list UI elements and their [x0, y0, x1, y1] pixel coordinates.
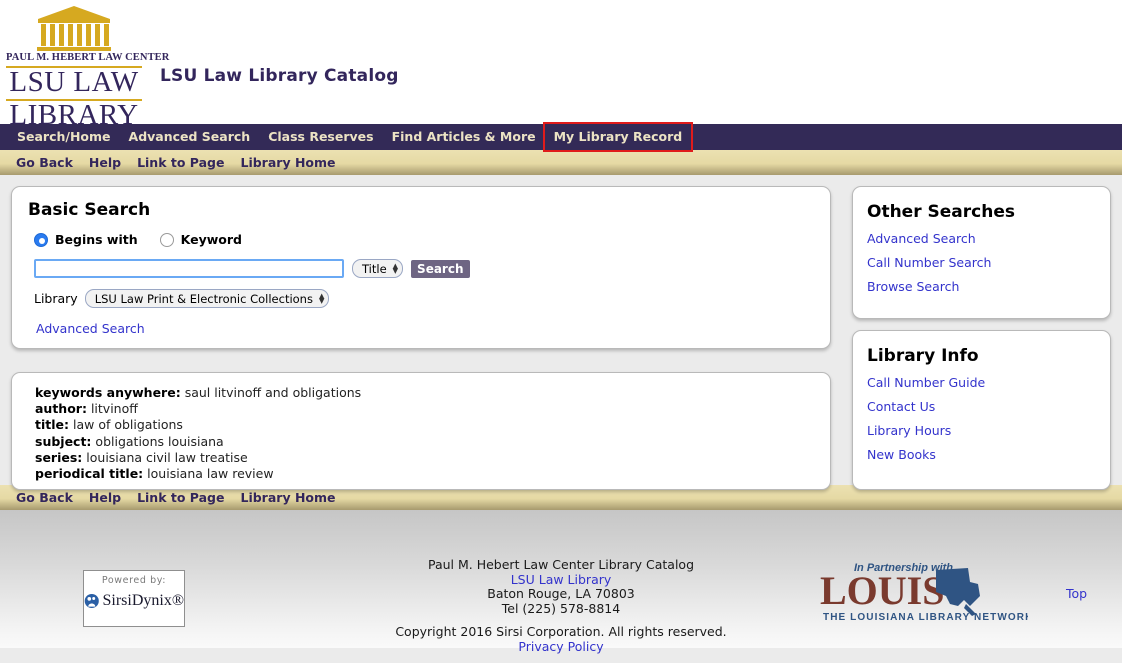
other-searches-panel: Other Searches Advanced Search Call Numb…	[852, 186, 1111, 319]
example-value: litvinoff	[90, 401, 138, 417]
search-field-select[interactable]: Title ▲ ▼	[352, 259, 404, 278]
basic-search-heading: Basic Search	[28, 200, 151, 220]
example-value: obligations louisiana	[95, 433, 224, 449]
secondary-navigation: Go Back Help Link to Page Library Home	[0, 150, 1122, 175]
other-searches-links: Advanced Search Call Number Search Brows…	[867, 231, 1110, 294]
example-label: periodical title:	[35, 466, 144, 482]
logo-line-1: LSU LAW	[9, 65, 139, 98]
library-select[interactable]: LSU Law Print & Electronic Collections ▲…	[84, 289, 330, 308]
footer-nav-go-back[interactable]: Go Back	[8, 490, 81, 505]
link-contact-us[interactable]: Contact Us	[867, 399, 1110, 414]
search-input[interactable]	[34, 259, 344, 278]
example-value: law of obligations	[72, 417, 183, 433]
other-searches-heading: Other Searches	[867, 202, 1015, 222]
basic-search-panel: Basic Search Begins with Keyword Title ▲…	[11, 186, 831, 349]
radio-begins-with-label: Begins with	[55, 232, 138, 247]
nav-item-class-reserves[interactable]: Class Reserves	[259, 124, 382, 150]
footer-nav-help[interactable]: Help	[81, 490, 129, 505]
louis-wordmark: LOUIS	[820, 568, 945, 613]
library-selector-row: Library LSU Law Print & Electronic Colle…	[34, 289, 830, 308]
nav-item-find-articles-more[interactable]: Find Articles & More	[383, 124, 545, 150]
advanced-search-link[interactable]: Advanced Search	[36, 321, 830, 336]
nav-item-advanced-search[interactable]: Advanced Search	[120, 124, 260, 150]
list-item: subject: obligations louisiana	[35, 434, 830, 450]
subnav-go-back[interactable]: Go Back	[8, 155, 81, 170]
radio-begins-with[interactable]	[34, 232, 48, 247]
louis-partner-logo[interactable]: In Partnership with LOUIS THE LOUISIANA …	[818, 556, 1028, 628]
search-controls-row: Title ▲ ▼ Search	[34, 259, 830, 278]
footer-nav-link-to-page[interactable]: Link to Page	[129, 490, 232, 505]
example-value: saul litvinoff and obligations	[184, 385, 362, 400]
nav-item-search-home[interactable]: Search/Home	[8, 124, 120, 150]
link-new-books[interactable]: New Books	[867, 447, 1110, 462]
library-label: Library	[34, 291, 78, 306]
list-item: author: litvinoff	[35, 401, 830, 417]
link-call-number-guide[interactable]: Call Number Guide	[867, 375, 1110, 390]
link-call-number-search[interactable]: Call Number Search	[867, 255, 1110, 270]
search-mode-radio-group: Begins with Keyword	[34, 232, 830, 247]
search-button[interactable]: Search	[411, 259, 470, 278]
list-item: periodical title: louisiana law review	[35, 466, 830, 482]
list-item: series: louisiana civil law treatise	[35, 450, 830, 466]
subnav-library-home[interactable]: Library Home	[232, 155, 343, 170]
lsu-law-library-logo: PAUL M. HEBERT LAW CENTER LSU LAW LIBRAR…	[6, 4, 170, 131]
library-select-value: LSU Law Print & Electronic Collections	[94, 291, 313, 306]
library-info-links: Call Number Guide Contact Us Library Hou…	[867, 375, 1110, 462]
radio-keyword[interactable]	[159, 232, 174, 247]
list-item: keywords anywhere: saul litvinoff and ob…	[35, 385, 830, 401]
subnav-help[interactable]: Help	[81, 155, 129, 170]
page-header: PAUL M. HEBERT LAW CENTER LSU LAW LIBRAR…	[0, 0, 1122, 130]
search-examples-panel: keywords anywhere: saul litvinoff and ob…	[11, 372, 831, 490]
page-title: LSU Law Library Catalog	[160, 66, 399, 86]
search-field-select-value: Title	[362, 261, 387, 276]
law-building-icon	[37, 6, 111, 51]
example-value: louisiana law review	[147, 466, 274, 482]
example-label: title:	[35, 417, 69, 433]
footer-lsu-law-library-link[interactable]: LSU Law Library	[511, 572, 612, 587]
search-examples-list: keywords anywhere: saul litvinoff and ob…	[35, 385, 830, 482]
main-content: Basic Search Begins with Keyword Title ▲…	[0, 175, 1122, 490]
example-label: subject:	[35, 433, 92, 449]
footer-nav-library-home[interactable]: Library Home	[232, 490, 343, 505]
example-label: keywords anywhere:	[35, 385, 181, 400]
main-navigation: Search/Home Advanced Search Class Reserv…	[0, 122, 1122, 152]
chevron-updown-icon: ▲ ▼	[318, 291, 325, 305]
radio-keyword-label: Keyword	[180, 232, 242, 247]
example-label: series:	[35, 449, 83, 465]
link-advanced-search[interactable]: Advanced Search	[867, 231, 1110, 246]
logo-sub-line: PAUL M. HEBERT LAW CENTER	[6, 52, 170, 63]
nav-item-my-library-record[interactable]: My Library Record	[542, 122, 694, 152]
footer-privacy-policy-link[interactable]: Privacy Policy	[518, 639, 603, 654]
example-label: author:	[35, 401, 87, 417]
library-info-panel: Library Info Call Number Guide Contact U…	[852, 330, 1111, 490]
link-browse-search[interactable]: Browse Search	[867, 279, 1110, 294]
back-to-top-link[interactable]: Top	[1066, 586, 1087, 601]
list-item: title: law of obligations	[35, 417, 830, 433]
link-library-hours[interactable]: Library Hours	[867, 423, 1110, 438]
subnav-link-to-page[interactable]: Link to Page	[129, 155, 232, 170]
louis-tagline: THE LOUISIANA LIBRARY NETWORK	[823, 612, 1028, 623]
example-value: louisiana civil law treatise	[86, 449, 248, 465]
library-info-heading: Library Info	[867, 346, 979, 366]
chevron-updown-icon: ▲ ▼	[392, 261, 399, 275]
